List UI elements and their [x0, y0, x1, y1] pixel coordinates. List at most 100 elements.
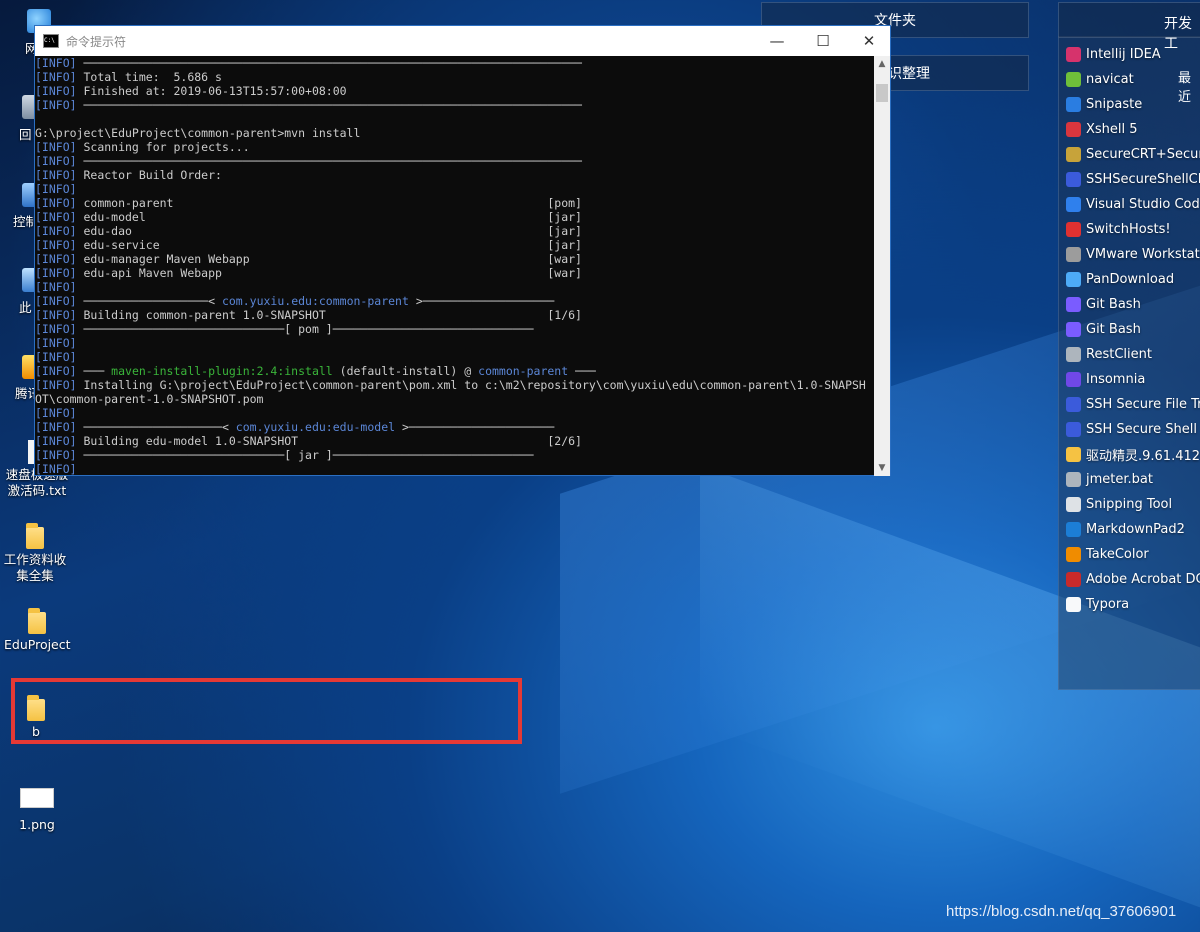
- console-line: G:\project\EduProject\common-parent>mvn …: [35, 126, 875, 140]
- fence-dev-title: 开发工: [1164, 16, 1192, 52]
- console-text: [INFO]: [35, 448, 77, 462]
- file-icon: [1066, 446, 1081, 462]
- fence-item[interactable]: RestClient: [1066, 343, 1152, 365]
- fence-item[interactable]: TakeColor: [1066, 543, 1149, 565]
- insomnia-icon: [1066, 371, 1081, 387]
- console-line: [INFO] ─────────────────────────────[ ja…: [35, 448, 875, 462]
- console-text: OT\common-parent-1.0-SNAPSHOT.pom: [35, 392, 264, 406]
- cmd-window[interactable]: C:\ 命令提示符 — ☐ ✕ [INFO] ─────────────────…: [34, 25, 891, 476]
- maximize-button[interactable]: ☐: [800, 26, 846, 56]
- git-bash-icon: [1066, 296, 1081, 312]
- fence-item[interactable]: Snipaste: [1066, 93, 1142, 115]
- console-text: [INFO]: [35, 84, 77, 98]
- desktop-icon-work-folder[interactable]: 工作资料收 集全集: [2, 523, 68, 584]
- console-text: [INFO]: [35, 252, 77, 266]
- close-button[interactable]: ✕: [846, 26, 892, 56]
- fence-item[interactable]: MarkdownPad2: [1066, 518, 1185, 540]
- scroll-down-arrow-icon[interactable]: ▼: [874, 460, 890, 476]
- console-line: [INFO] Building edu-model 1.0-SNAPSHOT […: [35, 434, 875, 448]
- console-text: [INFO]: [35, 378, 77, 392]
- console-text: [INFO]: [35, 196, 77, 210]
- console-text: [INFO]: [35, 238, 77, 252]
- navicat-icon: [1066, 71, 1081, 87]
- acrobat-icon: [1066, 571, 1081, 587]
- fence-item[interactable]: Visual Studio Code: [1066, 193, 1200, 215]
- console-text: Scanning for projects...: [76, 140, 250, 154]
- snipaste-icon: [1066, 96, 1081, 112]
- fence-item-label: Xshell 5: [1086, 121, 1138, 137]
- fence-item[interactable]: SwitchHosts!: [1066, 218, 1171, 240]
- folder-icon: [26, 523, 44, 549]
- fence-item-label: Insomnia: [1086, 371, 1146, 387]
- console-line: OT\common-parent-1.0-SNAPSHOT.pom: [35, 392, 875, 406]
- minimize-button[interactable]: —: [754, 26, 800, 56]
- fence-item[interactable]: jmeter.bat: [1066, 468, 1153, 490]
- console-text: [INFO]: [35, 350, 77, 364]
- console-text: [INFO]: [35, 98, 77, 112]
- console-text: maven-install-plugin:2.4:install: [111, 364, 333, 378]
- console-line: [INFO] ─────────────────────────────────…: [35, 98, 875, 112]
- console-text: >───────────────────: [408, 294, 555, 308]
- console-line: [INFO] ──────────────────< com.yuxiu.edu…: [35, 294, 875, 308]
- console-line: [INFO] common-parent [pom]: [35, 196, 875, 210]
- image-file-icon: [20, 788, 54, 808]
- fence-item[interactable]: navicat: [1066, 68, 1134, 90]
- highlight-box: [11, 678, 522, 744]
- console-output[interactable]: [INFO] ─────────────────────────────────…: [35, 56, 875, 476]
- xshell-icon: [1066, 121, 1081, 137]
- console-text: [INFO]: [35, 266, 77, 280]
- git-bash-icon: [1066, 321, 1081, 337]
- console-text: edu-manager Maven Webapp [war]: [76, 252, 582, 266]
- desktop-icon-label: EduProject: [4, 637, 71, 652]
- fence-item-label: Git Bash: [1086, 296, 1141, 312]
- fence-item[interactable]: Xshell 5: [1066, 118, 1138, 140]
- console-text: >─────────────────────: [395, 420, 555, 434]
- scrollbar-thumb[interactable]: [876, 84, 888, 102]
- fence-item[interactable]: Intellij IDEA: [1066, 43, 1161, 65]
- fence-item[interactable]: Git Bash: [1066, 318, 1141, 340]
- fence-item-label: Adobe Acrobat DC: [1086, 571, 1200, 587]
- fence-item[interactable]: Snipping Tool: [1066, 493, 1172, 515]
- fence-item-label: SSH Secure File Tran: [1086, 396, 1200, 412]
- console-text: [INFO]: [35, 168, 77, 182]
- fence-item[interactable]: SSH Secure File Tran: [1066, 393, 1200, 415]
- vertical-scrollbar[interactable]: ▲ ▼: [874, 56, 890, 476]
- console-line: [INFO] ─────────────────────────────────…: [35, 154, 875, 168]
- console-line: [INFO] ────────────────────< com.yuxiu.e…: [35, 420, 875, 434]
- console-text: [INFO]: [35, 210, 77, 224]
- fence-item-label: TakeColor: [1086, 546, 1149, 562]
- console-text: [INFO]: [35, 462, 77, 476]
- fence-item[interactable]: SSHSecureShellClie: [1066, 168, 1200, 190]
- fence-item[interactable]: Adobe Acrobat DC: [1066, 568, 1200, 590]
- console-line: [INFO]: [35, 280, 875, 294]
- desktop-icon-png[interactable]: 1.png: [4, 786, 70, 833]
- fence-item[interactable]: SSH Secure Shell Cli: [1066, 418, 1200, 440]
- console-line: [INFO]: [35, 182, 875, 196]
- cmd-titlebar[interactable]: C:\ 命令提示符 — ☐ ✕: [35, 26, 890, 56]
- markdownpad-icon: [1066, 521, 1081, 537]
- console-line: [INFO]: [35, 462, 875, 476]
- fence-item-label: MarkdownPad2: [1086, 521, 1185, 537]
- console-text: [INFO]: [35, 140, 77, 154]
- console-text: [INFO]: [35, 280, 77, 294]
- console-text: Total time: 5.686 s: [76, 70, 222, 84]
- fence-item[interactable]: Typora: [1066, 593, 1129, 615]
- fence-item[interactable]: Insomnia: [1066, 368, 1145, 390]
- securecrt-icon: [1066, 146, 1081, 162]
- console-text: [INFO]: [35, 406, 77, 420]
- cmd-title: 命令提示符: [66, 34, 127, 49]
- this-pc-label: 此: [19, 300, 32, 315]
- console-text: [INFO]: [35, 56, 77, 70]
- cmd-app-icon: C:\: [43, 34, 59, 48]
- fence-item-label: 驱动精灵.9.61.412.14: [1086, 448, 1200, 464]
- bat-file-icon: [1066, 471, 1081, 487]
- fence-item[interactable]: PanDownload: [1066, 268, 1174, 290]
- fence-item[interactable]: VMware Workstatic: [1066, 243, 1200, 265]
- fence-item[interactable]: Git Bash: [1066, 293, 1141, 315]
- console-line: [INFO] ─── maven-install-plugin:2.4:inst…: [35, 364, 875, 378]
- fence-item[interactable]: SecureCRT+SecureF: [1066, 143, 1200, 165]
- scroll-up-arrow-icon[interactable]: ▲: [874, 56, 890, 72]
- desktop-icon-eduproject[interactable]: EduProject: [4, 608, 71, 653]
- fence-item[interactable]: 驱动精灵.9.61.412.14: [1066, 443, 1200, 465]
- ssh-client-icon: [1066, 171, 1081, 187]
